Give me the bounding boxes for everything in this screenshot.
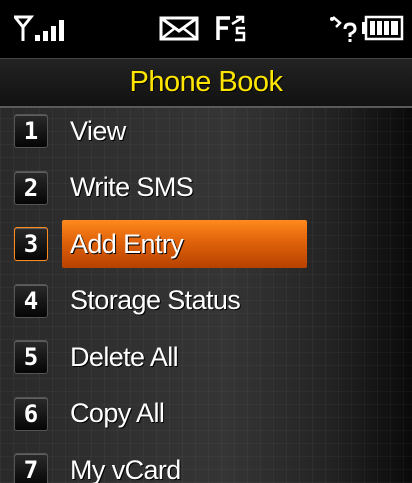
battery-full-icon xyxy=(362,15,404,41)
status-bar xyxy=(0,0,412,58)
forward-icon xyxy=(216,15,246,42)
number-key-1-icon: 1 xyxy=(14,114,48,149)
menu-item-add-entry[interactable]: 3 Add Entry xyxy=(0,216,412,273)
menu-item-label: My vCard xyxy=(70,454,181,483)
page-title: Phone Book xyxy=(129,66,283,98)
bluetooth-icon xyxy=(330,16,357,42)
menu-item-label: Write SMS xyxy=(70,172,194,203)
menu-item-copy-all[interactable]: 6 Copy All xyxy=(0,386,412,443)
menu-item-my-vcard[interactable]: 7 My vCard xyxy=(0,442,412,483)
number-key-5-icon: 5 xyxy=(14,340,48,375)
title-bar: Phone Book xyxy=(0,58,412,108)
menu-item-write-sms[interactable]: 2 Write SMS xyxy=(0,160,412,217)
menu-item-storage-status[interactable]: 4 Storage Status xyxy=(0,273,412,330)
menu-item-label: View xyxy=(70,115,126,146)
phone-screen: Phone Book 1 View 2 Write SMS 3 Add Entr… xyxy=(0,0,412,483)
number-key-3-icon: 3 xyxy=(14,227,48,262)
menu-item-label: Copy All xyxy=(70,398,165,429)
signal-strength-icon xyxy=(14,15,64,41)
menu-item-label: Add Entry xyxy=(70,228,184,259)
menu-list: 1 View 2 Write SMS 3 Add Entry 4 Storage… xyxy=(0,103,412,483)
menu-item-view[interactable]: 1 View xyxy=(0,103,412,160)
number-key-7-icon: 7 xyxy=(14,453,48,483)
menu-item-label: Delete All xyxy=(70,341,179,372)
menu-item-delete-all[interactable]: 5 Delete All xyxy=(0,329,412,386)
number-key-4-icon: 4 xyxy=(14,283,48,318)
envelope-icon xyxy=(159,16,199,41)
number-key-2-icon: 2 xyxy=(14,170,48,205)
menu-item-label: Storage Status xyxy=(70,285,241,316)
number-key-6-icon: 6 xyxy=(14,396,48,431)
